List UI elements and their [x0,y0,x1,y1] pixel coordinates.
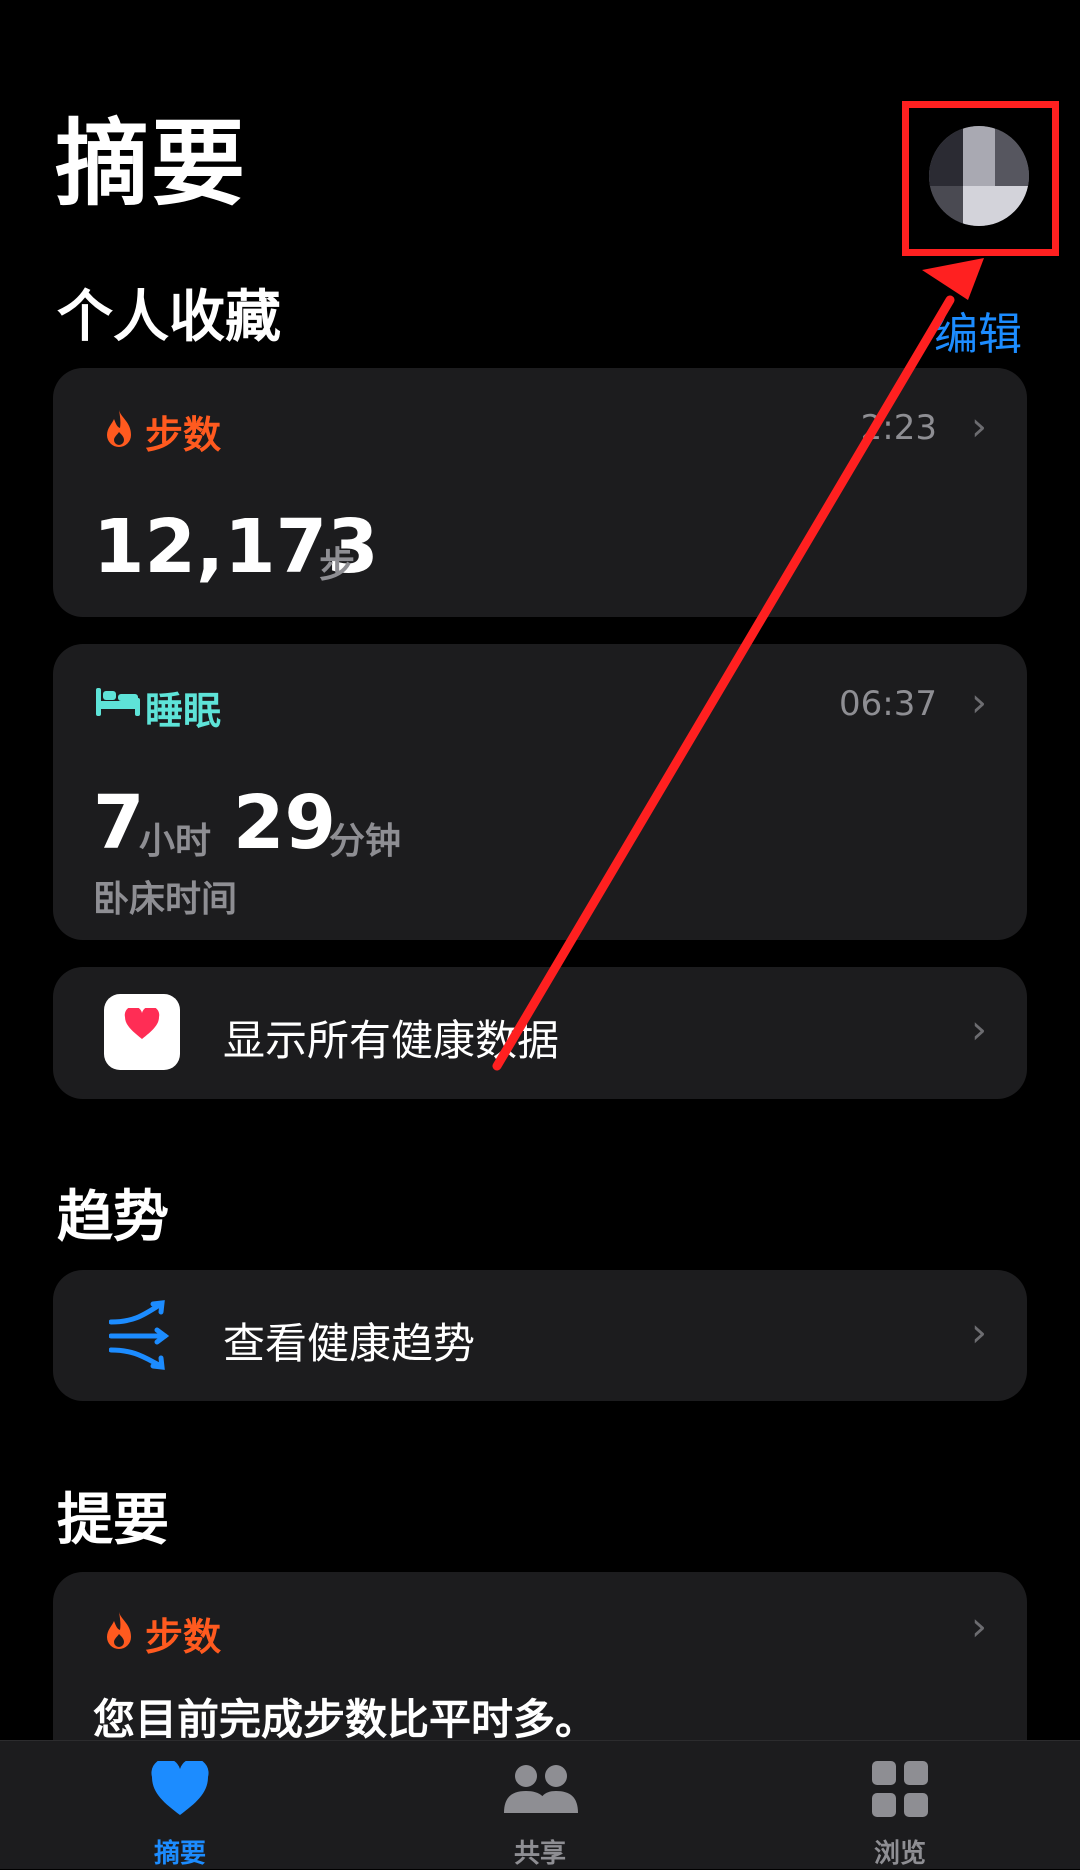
tab-browse[interactable]: 浏览 [800,1741,1000,1869]
tab-browse-label: 浏览 [873,1839,926,1869]
heart-icon [151,1761,209,1815]
tab-summary[interactable]: 摘要 [80,1741,280,1869]
tab-sharing-label: 共享 [513,1839,566,1869]
tab-bar: 摘要 共享 浏览 [0,1740,1080,1869]
annotation-arrow [492,258,984,1071]
tab-sharing[interactable]: 共享 [440,1741,640,1869]
people-icon [504,1765,578,1813]
tab-summary-label: 摘要 [153,1839,206,1869]
grid-icon [872,1761,928,1817]
